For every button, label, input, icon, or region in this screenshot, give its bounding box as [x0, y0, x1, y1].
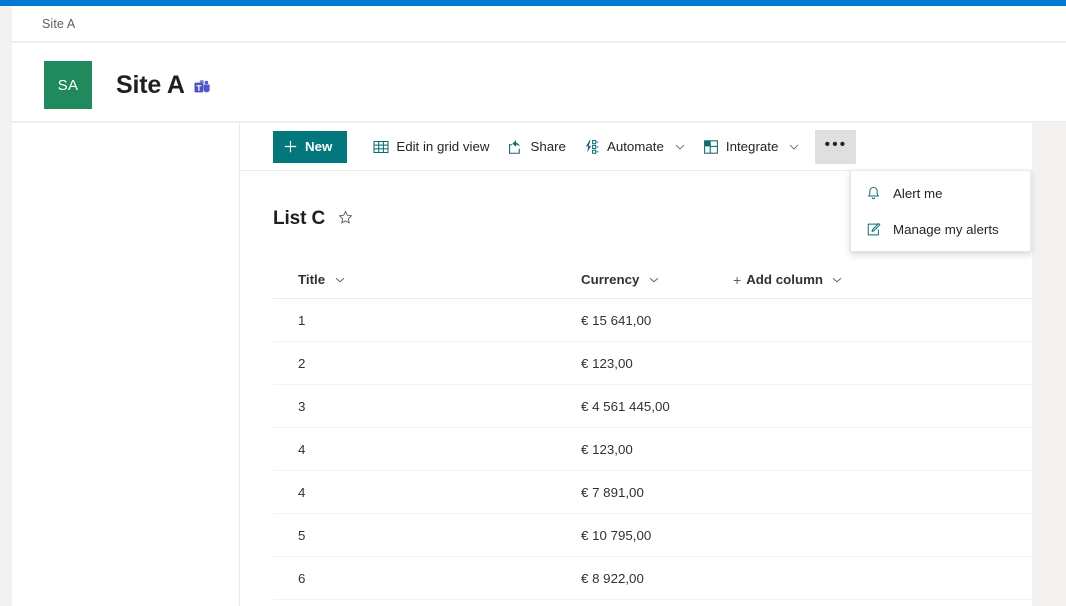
more-options-button[interactable]: ••• — [815, 129, 857, 164]
integrate-grid-icon — [703, 139, 719, 155]
column-header-title[interactable]: Title — [273, 261, 573, 298]
list-table: Title Currency + Add column 1 € 15 641,0… — [273, 261, 1032, 600]
cell-title: 3 — [298, 398, 306, 414]
table-row[interactable]: 4 € 123,00 — [273, 428, 1032, 471]
share-icon — [507, 139, 523, 155]
cell-title: 5 — [298, 527, 306, 543]
menu-item-alert-me-label: Alert me — [893, 185, 943, 201]
cell-currency: € 8 922,00 — [581, 570, 644, 586]
new-button[interactable]: New — [273, 130, 348, 163]
table-row[interactable]: 4 € 7 891,00 — [273, 471, 1032, 514]
breadcrumb-site-a[interactable]: Site A — [42, 15, 75, 33]
column-header-currency[interactable]: Currency — [573, 261, 725, 298]
more-ellipsis-icon: ••• — [824, 136, 848, 153]
site-header: SA Site A — [12, 43, 1066, 122]
chevron-down-icon — [675, 142, 685, 152]
list-title: List C — [273, 208, 326, 229]
table-row[interactable]: 1 € 15 641,00 — [273, 299, 1032, 342]
automate-flow-icon — [584, 139, 600, 155]
table-row[interactable]: 5 € 10 795,00 — [273, 514, 1032, 557]
table-row[interactable]: 6 € 8 922,00 — [273, 557, 1032, 600]
grid-table-icon — [373, 139, 389, 155]
cell-title: 4 — [298, 441, 306, 457]
chevron-down-icon — [789, 142, 799, 152]
edit-in-grid-view-label: Edit in grid view — [396, 139, 490, 154]
main-content-area: New Edit in grid view Share Automate Int… — [240, 123, 1032, 606]
menu-item-alert-me[interactable]: Alert me — [851, 175, 1030, 211]
chevron-down-icon — [649, 275, 659, 285]
list-title-group: List C — [273, 206, 355, 232]
integrate-button-label: Integrate — [725, 139, 779, 154]
cell-title: 4 — [298, 484, 306, 500]
menu-item-manage-my-alerts-label: Manage my alerts — [893, 221, 999, 237]
cell-title: 6 — [298, 570, 306, 586]
cell-currency: € 123,00 — [581, 441, 633, 457]
cell-title: 2 — [298, 355, 306, 371]
favorite-star-button[interactable] — [336, 208, 355, 230]
share-button-label: Share — [530, 139, 566, 154]
site-title: Site A — [116, 71, 185, 99]
share-button[interactable]: Share — [498, 130, 574, 164]
menu-item-manage-my-alerts[interactable]: Manage my alerts — [851, 211, 1030, 247]
automate-button-label: Automate — [606, 139, 664, 154]
add-column-label: Add column — [746, 272, 824, 287]
plus-icon — [284, 140, 297, 153]
microsoft-teams-icon[interactable] — [194, 79, 211, 96]
table-header-row: Title Currency + Add column — [273, 261, 1032, 299]
chevron-down-icon — [832, 275, 842, 285]
site-title-group: Site A — [116, 69, 211, 101]
edit-in-grid-view-button[interactable]: Edit in grid view — [364, 130, 498, 164]
site-logo-avatar: SA — [44, 61, 92, 109]
cell-title: 1 — [298, 312, 306, 328]
table-row[interactable]: 2 € 123,00 — [273, 342, 1032, 385]
breadcrumb-bar: Site A — [12, 6, 1066, 42]
table-row[interactable]: 3 € 4 561 445,00 — [273, 385, 1032, 428]
cell-currency: € 123,00 — [581, 355, 633, 371]
plus-icon: + — [733, 271, 742, 288]
left-navigation-panel[interactable] — [12, 123, 240, 606]
column-header-currency-label: Currency — [581, 272, 640, 287]
edit-note-icon — [865, 222, 881, 237]
integrate-button[interactable]: Integrate — [694, 130, 809, 164]
automate-button[interactable]: Automate — [575, 130, 694, 164]
new-button-label: New — [305, 139, 333, 154]
sharepoint-list-page: Site A SA Site A New Edit in grid view S… — [0, 0, 1066, 606]
bell-alert-icon — [865, 186, 881, 201]
cell-currency: € 10 795,00 — [581, 527, 652, 543]
cell-currency: € 7 891,00 — [581, 484, 644, 500]
cell-currency: € 15 641,00 — [581, 312, 652, 328]
add-column-button[interactable]: + Add column — [725, 261, 850, 298]
cell-currency: € 4 561 445,00 — [581, 398, 670, 414]
more-options-menu: Alert me Manage my alerts — [850, 170, 1031, 252]
table-body: 1 € 15 641,00 2 € 123,00 3 € 4 561 445,00 4 € 1… — [273, 299, 1032, 600]
column-header-title-label: Title — [298, 272, 326, 287]
chevron-down-icon — [335, 275, 345, 285]
command-bar: New Edit in grid view Share Automate Int… — [240, 123, 1032, 171]
star-outline-icon — [338, 210, 353, 228]
